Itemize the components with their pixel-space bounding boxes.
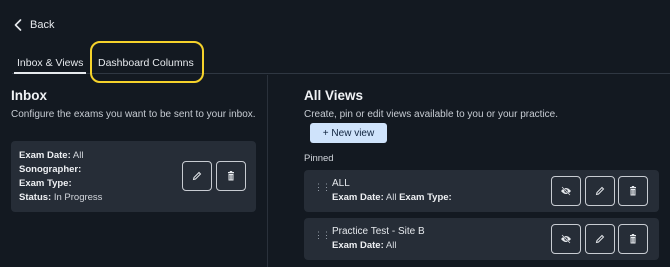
- view-hide-button[interactable]: [551, 176, 581, 206]
- new-view-button[interactable]: + New view: [310, 123, 387, 143]
- highlight-annotation: [90, 41, 204, 83]
- back-button[interactable]: Back: [14, 19, 54, 31]
- drag-handle-icon[interactable]: ⋮⋮: [314, 231, 331, 240]
- trash-icon: [630, 234, 636, 244]
- tab-inbox-views[interactable]: Inbox & Views: [13, 57, 87, 74]
- view-name: ALL: [332, 178, 350, 189]
- inbox-filter-sonographer: Sonographer:: [19, 164, 82, 175]
- inbox-card: Exam Date: All Sonographer: Exam Type: S…: [11, 141, 256, 212]
- view-hide-button[interactable]: [551, 224, 581, 254]
- view-filters: Exam Date: All: [332, 240, 397, 251]
- section-divider: [267, 75, 268, 267]
- view-edit-button[interactable]: [585, 224, 615, 254]
- view-filters: Exam Date: All Exam Type:: [332, 192, 452, 203]
- views-description: Create, pin or edit views available to y…: [304, 109, 559, 120]
- drag-handle-icon[interactable]: ⋮⋮: [314, 183, 331, 192]
- inbox-filter-status: Status: In Progress: [19, 192, 103, 203]
- inbox-filter-exam-date: Exam Date: All: [19, 150, 84, 161]
- inbox-title: Inbox: [11, 88, 47, 103]
- view-delete-button[interactable]: [618, 176, 648, 206]
- back-label: Back: [30, 19, 55, 31]
- inbox-filter-exam-type: Exam Type:: [19, 178, 72, 189]
- pencil-icon: [595, 186, 605, 196]
- pencil-icon: [192, 171, 202, 181]
- inbox-description: Configure the exams you want to be sent …: [11, 109, 256, 120]
- views-title: All Views: [304, 88, 364, 103]
- chevron-left-icon: [14, 19, 22, 31]
- pinned-label: Pinned: [304, 153, 334, 164]
- inbox-section: Inbox Configure the exams you want to be…: [11, 88, 259, 212]
- trash-icon: [228, 171, 234, 181]
- pencil-icon: [595, 234, 605, 244]
- eye-off-icon: [561, 186, 571, 196]
- view-edit-button[interactable]: [585, 176, 615, 206]
- pinned-view-all[interactable]: ⋮⋮ ALL Exam Date: All Exam Type:: [304, 170, 659, 212]
- pinned-view-practice-test[interactable]: ⋮⋮ Practice Test - Site B Exam Date: All: [304, 218, 659, 260]
- view-delete-button[interactable]: [618, 224, 648, 254]
- inbox-delete-button[interactable]: [216, 161, 246, 191]
- trash-icon: [630, 186, 636, 196]
- inbox-edit-button[interactable]: [182, 161, 212, 191]
- view-name: Practice Test - Site B: [332, 226, 425, 237]
- eye-off-icon: [561, 234, 571, 244]
- views-section: All Views Create, pin or edit views avai…: [304, 88, 670, 260]
